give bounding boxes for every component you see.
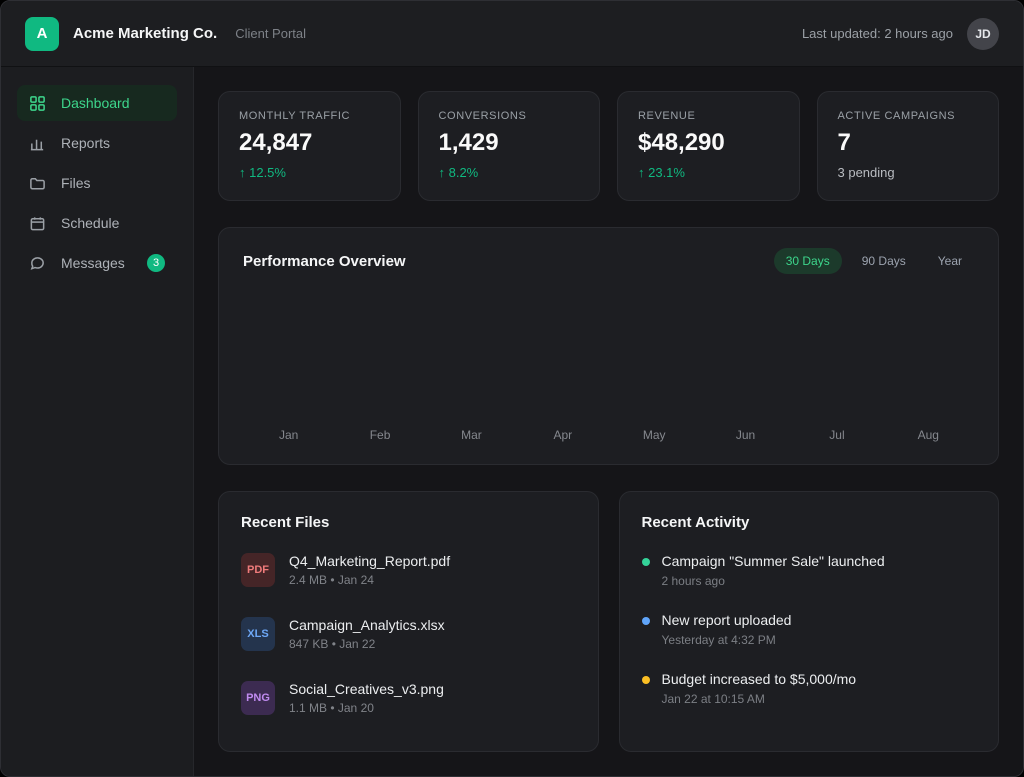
file-row-pdf[interactable]: PDF Q4_Marketing_Report.pdf 2.4 MB • Jan…	[241, 553, 576, 587]
activity-time: Jan 22 at 10:15 AM	[662, 692, 857, 706]
stat-change: ↑ 23.1%	[638, 165, 779, 180]
performance-overview-panel: Performance Overview 30 Days 90 Days Yea…	[218, 227, 999, 465]
performance-chart: Jan Feb Mar Apr May Jun Jul Aug	[243, 274, 974, 444]
stat-value: $48,290	[638, 129, 779, 157]
performance-header: Performance Overview 30 Days 90 Days Yea…	[243, 248, 974, 274]
body-wrap: Dashboard Reports Files Schedule	[1, 67, 1023, 776]
topbar: A Acme Marketing Co. Client Portal Last …	[1, 1, 1023, 67]
range-button-90-days[interactable]: 90 Days	[850, 248, 918, 274]
logo-letter: A	[37, 25, 48, 42]
stat-note: 3 pending	[838, 165, 979, 180]
grid-icon	[29, 94, 47, 112]
file-name: Q4_Marketing_Report.pdf	[289, 553, 450, 569]
stat-label: MONTHLY TRAFFIC	[239, 110, 380, 122]
file-name: Campaign_Analytics.xlsx	[289, 617, 445, 633]
stat-change: ↑ 8.2%	[439, 165, 580, 180]
x-axis-tick: Jun	[700, 428, 791, 442]
sidebar-item-dashboard[interactable]: Dashboard	[17, 85, 177, 121]
activity-time: Yesterday at 4:32 PM	[662, 633, 792, 647]
stats-row: MONTHLY TRAFFIC 24,847 ↑ 12.5% CONVERSIO…	[218, 91, 999, 201]
portal-label: Client Portal	[235, 26, 306, 41]
stat-value: 24,847	[239, 129, 380, 157]
x-axis-tick: Jul	[791, 428, 882, 442]
stat-card-active-campaigns: ACTIVE CAMPAIGNS 7 3 pending	[817, 91, 1000, 201]
x-axis-tick: May	[609, 428, 700, 442]
sidebar-item-schedule[interactable]: Schedule	[17, 205, 177, 241]
folder-icon	[29, 174, 47, 192]
bottom-row: Recent Files PDF Q4_Marketing_Report.pdf…	[218, 491, 999, 752]
file-row-xls[interactable]: XLS Campaign_Analytics.xlsx 847 KB • Jan…	[241, 617, 576, 651]
range-button-30-days[interactable]: 30 Days	[774, 248, 842, 274]
x-axis-tick: Jan	[243, 428, 334, 442]
sidebar-item-label: Dashboard	[61, 95, 130, 111]
user-avatar[interactable]: JD	[967, 18, 999, 50]
bar-chart-icon	[29, 134, 47, 152]
recent-files-title: Recent Files	[241, 514, 576, 531]
sidebar: Dashboard Reports Files Schedule	[1, 67, 194, 776]
recent-activity-title: Recent Activity	[642, 514, 977, 531]
stat-card-conversions: CONVERSIONS 1,429 ↑ 8.2%	[418, 91, 601, 201]
x-axis-tick: Feb	[334, 428, 425, 442]
stat-value: 7	[838, 129, 979, 157]
last-updated-text: Last updated: 2 hours ago	[802, 26, 953, 41]
topbar-right: Last updated: 2 hours ago JD	[802, 18, 999, 50]
png-file-icon: PNG	[241, 681, 275, 715]
sidebar-item-label: Files	[61, 175, 91, 191]
sidebar-item-label: Reports	[61, 135, 110, 151]
file-info: Q4_Marketing_Report.pdf 2.4 MB • Jan 24	[289, 553, 450, 587]
sidebar-item-messages[interactable]: Messages 3	[17, 245, 177, 281]
stat-label: REVENUE	[638, 110, 779, 122]
sidebar-item-label: Messages	[61, 255, 125, 271]
activity-text: Campaign "Summer Sale" launched	[662, 553, 885, 569]
main-content: MONTHLY TRAFFIC 24,847 ↑ 12.5% CONVERSIO…	[194, 67, 1023, 776]
performance-title: Performance Overview	[243, 253, 406, 270]
activity-text: Budget increased to $5,000/mo	[662, 671, 857, 687]
stat-card-monthly-traffic: MONTHLY TRAFFIC 24,847 ↑ 12.5%	[218, 91, 401, 201]
x-axis-tick: Mar	[426, 428, 517, 442]
app-window: A Acme Marketing Co. Client Portal Last …	[0, 0, 1024, 777]
activity-item: Campaign "Summer Sale" launched 2 hours …	[642, 553, 977, 588]
pdf-file-icon: PDF	[241, 553, 275, 587]
activity-item: Budget increased to $5,000/mo Jan 22 at …	[642, 671, 977, 706]
stat-value: 1,429	[439, 129, 580, 157]
sidebar-item-label: Schedule	[61, 215, 119, 231]
file-info: Social_Creatives_v3.png 1.1 MB • Jan 20	[289, 681, 444, 715]
sidebar-item-reports[interactable]: Reports	[17, 125, 177, 161]
recent-activity-panel: Recent Activity Campaign "Summer Sale" l…	[619, 491, 1000, 752]
company-logo: A	[25, 17, 59, 51]
activity-text: New report uploaded	[662, 612, 792, 628]
activity-dot-blue	[642, 617, 650, 625]
calendar-icon	[29, 214, 47, 232]
activity-dot-amber	[642, 676, 650, 684]
range-toggle-group: 30 Days 90 Days Year	[774, 248, 974, 274]
recent-files-panel: Recent Files PDF Q4_Marketing_Report.pdf…	[218, 491, 599, 752]
activity-body: Budget increased to $5,000/mo Jan 22 at …	[662, 671, 857, 706]
avatar-initials: JD	[975, 27, 990, 41]
stat-card-revenue: REVENUE $48,290 ↑ 23.1%	[617, 91, 800, 201]
stat-change: ↑ 12.5%	[239, 165, 380, 180]
file-meta: 2.4 MB • Jan 24	[289, 573, 450, 587]
activity-item: New report uploaded Yesterday at 4:32 PM	[642, 612, 977, 647]
chart-x-axis-labels: Jan Feb Mar Apr May Jun Jul Aug	[243, 428, 974, 444]
range-button-year[interactable]: Year	[926, 248, 974, 274]
stat-label: ACTIVE CAMPAIGNS	[838, 110, 979, 122]
x-axis-tick: Apr	[517, 428, 608, 442]
sidebar-item-files[interactable]: Files	[17, 165, 177, 201]
activity-dot-green	[642, 558, 650, 566]
file-meta: 847 KB • Jan 22	[289, 637, 445, 651]
x-axis-tick: Aug	[883, 428, 974, 442]
file-meta: 1.1 MB • Jan 20	[289, 701, 444, 715]
chat-icon	[29, 254, 47, 272]
messages-count-badge: 3	[147, 254, 165, 272]
file-info: Campaign_Analytics.xlsx 847 KB • Jan 22	[289, 617, 445, 651]
activity-body: Campaign "Summer Sale" launched 2 hours …	[662, 553, 885, 588]
xls-file-icon: XLS	[241, 617, 275, 651]
activity-time: 2 hours ago	[662, 574, 885, 588]
company-name: Acme Marketing Co.	[73, 25, 217, 42]
activity-body: New report uploaded Yesterday at 4:32 PM	[662, 612, 792, 647]
file-name: Social_Creatives_v3.png	[289, 681, 444, 697]
stat-label: CONVERSIONS	[439, 110, 580, 122]
file-row-png[interactable]: PNG Social_Creatives_v3.png 1.1 MB • Jan…	[241, 681, 576, 715]
